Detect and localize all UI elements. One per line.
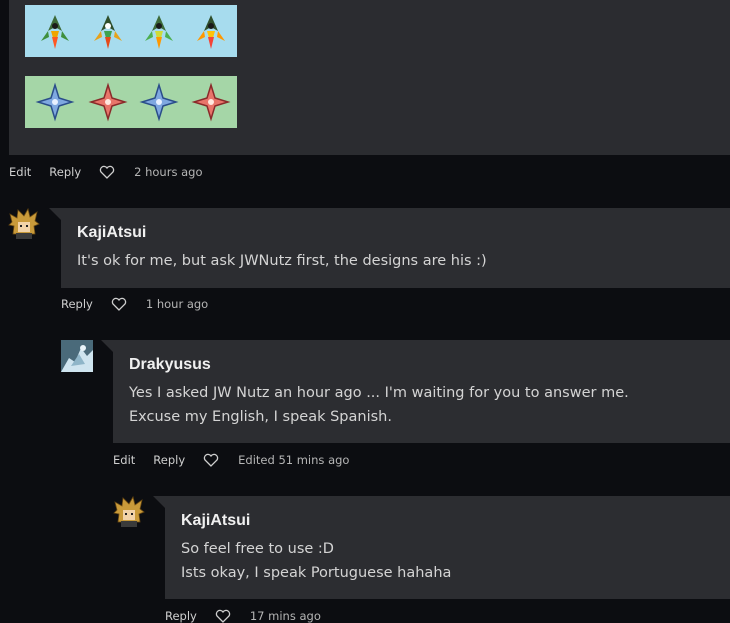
heart-outline-icon[interactable]	[203, 453, 219, 467]
timestamp: 1 hour ago	[145, 297, 209, 311]
edit-button[interactable]: Edit	[113, 453, 135, 467]
rocket-sprite-3	[145, 15, 173, 49]
heart-outline-icon[interactable]	[215, 609, 231, 623]
comment-author[interactable]: KajiAtsui	[77, 224, 146, 242]
sprite-strip-blue	[25, 5, 237, 57]
comment-card: Drakyusus Yes I asked JW Nutz an hour ag…	[101, 340, 730, 443]
rocket-sprite-4	[197, 15, 225, 49]
star-sprite-3	[139, 82, 179, 122]
avatar-kajiatsui[interactable]	[113, 496, 145, 528]
heart-outline-icon[interactable]	[111, 297, 127, 311]
comment-text-line: It's ok for me, but ask JWNutz first, th…	[77, 253, 487, 269]
comment-actions: Edit Reply Edited 51 mins ago	[113, 453, 349, 467]
comment-text-line: Ists okay, I speak Portuguese hahaha	[181, 565, 452, 581]
reply-button[interactable]: Reply	[49, 165, 81, 179]
sprite-strip-green	[25, 76, 237, 128]
top-post-actions: Edit Reply 2 hours ago	[9, 165, 202, 179]
timestamp: Edited 51 mins ago	[238, 453, 350, 467]
edit-button[interactable]: Edit	[9, 165, 31, 179]
comment-author[interactable]: Drakyusus	[129, 356, 211, 374]
post-content-box	[9, 0, 730, 155]
reply-button[interactable]: Reply	[61, 297, 93, 311]
star-sprite-2	[88, 82, 128, 122]
timestamp: 17 mins ago	[249, 609, 321, 623]
reply-button[interactable]: Reply	[153, 453, 185, 467]
avatar-kajiatsui[interactable]	[8, 208, 40, 240]
avatar-drakyusus[interactable]	[61, 340, 93, 372]
comment-author[interactable]: KajiAtsui	[181, 512, 250, 530]
rocket-sprite-2	[94, 15, 122, 49]
heart-outline-icon[interactable]	[99, 165, 115, 179]
comment-actions: Reply 1 hour ago	[61, 297, 208, 311]
comment-actions: Reply 17 mins ago	[165, 609, 321, 623]
reply-button[interactable]: Reply	[165, 609, 197, 623]
rocket-sprite-1	[41, 15, 69, 49]
comment-card: KajiAtsui It's ok for me, but ask JWNutz…	[49, 208, 730, 288]
comment-text-line: Yes I asked JW Nutz an hour ago ... I'm …	[129, 385, 629, 401]
star-sprite-1	[35, 82, 75, 122]
timestamp: 2 hours ago	[134, 165, 203, 179]
comment-text-line: So feel free to use :D	[181, 541, 334, 557]
star-sprite-4	[191, 82, 231, 122]
comment-card: KajiAtsui So feel free to use :D Ists ok…	[153, 496, 730, 599]
comment-text-line: Excuse my English, I speak Spanish.	[129, 409, 392, 425]
